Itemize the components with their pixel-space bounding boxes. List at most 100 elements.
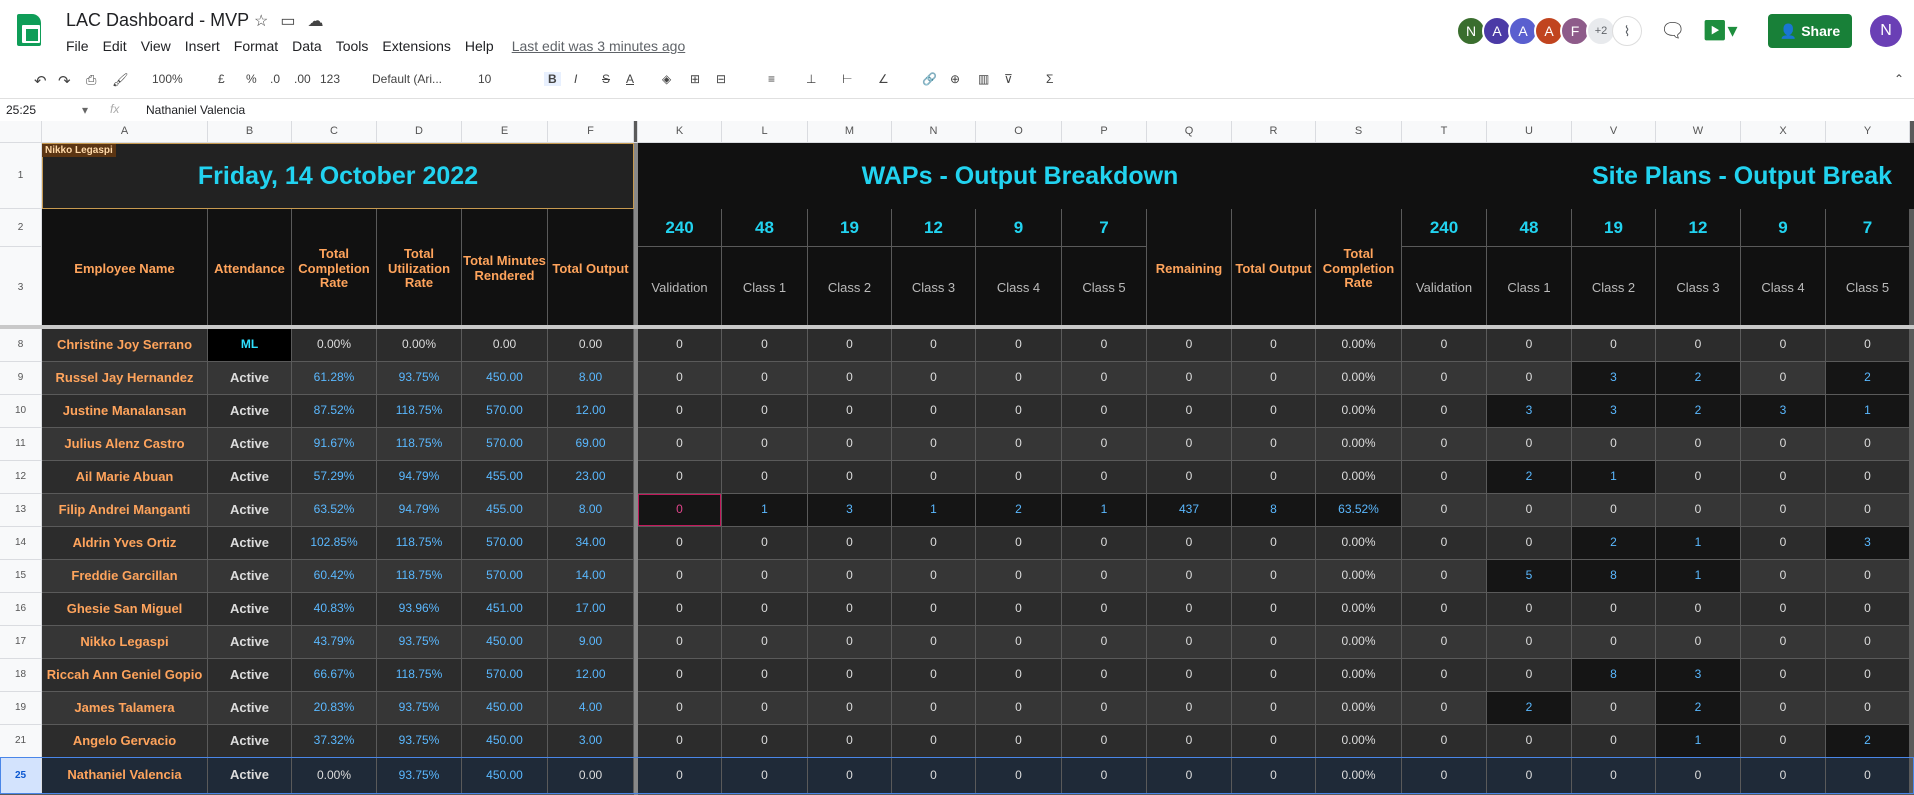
row-header-3[interactable]: 3 — [0, 247, 42, 329]
employee-name[interactable]: Ghesie San Miguel — [42, 593, 207, 625]
site-plan-cell[interactable]: 0 — [1487, 494, 1571, 526]
waps-cell[interactable]: 0 — [892, 626, 975, 658]
waps-cell[interactable]: 0 — [808, 560, 891, 592]
waps-cell[interactable]: 0.00% — [1316, 461, 1401, 493]
site-plan-cell[interactable]: 8 — [1572, 659, 1655, 691]
waps-cell[interactable]: 0 — [1232, 527, 1315, 559]
total-output-cell[interactable]: 12.00 — [548, 395, 633, 427]
menu-edit[interactable]: Edit — [103, 38, 127, 54]
comment-icon[interactable]: ⊕ — [950, 72, 960, 86]
increase-decimal-button[interactable]: .00 — [294, 72, 311, 86]
waps-cell[interactable]: 0 — [638, 725, 721, 757]
waps-cell[interactable]: 0 — [892, 395, 975, 427]
waps-cell[interactable]: 0 — [722, 692, 807, 724]
site-plan-cell[interactable]: 0 — [1741, 593, 1825, 625]
waps-cell[interactable]: 0.00% — [1316, 428, 1401, 460]
waps-cell[interactable]: 0 — [1062, 461, 1146, 493]
completion-rate-cell[interactable]: 91.67% — [292, 428, 376, 460]
completion-rate-cell[interactable]: 57.29% — [292, 461, 376, 493]
name-box-dropdown-icon[interactable]: ▾ — [82, 103, 88, 117]
row-header-1[interactable]: 1 — [0, 143, 42, 209]
redo-icon[interactable]: ↷ — [58, 72, 71, 90]
waps-cell[interactable]: 0 — [638, 626, 721, 658]
waps-cell[interactable]: 0.00% — [1316, 725, 1401, 757]
site-plan-cell[interactable]: 1 — [1656, 527, 1740, 559]
site-plan-cell[interactable]: 0 — [1572, 692, 1655, 724]
star-icon[interactable]: ☆ — [254, 13, 280, 30]
employee-name[interactable]: James Talamera — [42, 692, 207, 724]
site-plan-cell[interactable]: 2 — [1826, 362, 1909, 394]
text-color-icon[interactable]: A — [626, 72, 634, 86]
waps-cell[interactable]: 0 — [722, 626, 807, 658]
share-button[interactable]: 👤 Share — [1768, 14, 1852, 48]
minutes-rendered-cell[interactable]: 451.00 — [462, 593, 547, 625]
column-header-a[interactable]: A — [42, 121, 208, 143]
site-plan-cell[interactable]: 0 — [1826, 593, 1909, 625]
waps-cell[interactable]: 0.00% — [1316, 593, 1401, 625]
employee-name[interactable]: Nikko Legaspi — [42, 626, 207, 658]
menu-data[interactable]: Data — [292, 38, 322, 54]
site-plan-cell[interactable]: 0 — [1741, 659, 1825, 691]
menu-extensions[interactable]: Extensions — [382, 38, 450, 54]
column-header-u[interactable]: U — [1487, 121, 1572, 143]
completion-rate-cell[interactable]: 66.67% — [292, 659, 376, 691]
waps-cell[interactable]: 0.00% — [1316, 659, 1401, 691]
waps-cell[interactable]: 0 — [808, 593, 891, 625]
utilization-rate-cell[interactable]: 93.75% — [377, 725, 461, 757]
site-plan-cell[interactable]: 1 — [1572, 461, 1655, 493]
waps-cell[interactable]: 0 — [1147, 692, 1231, 724]
print-icon[interactable]: ⎙ — [86, 72, 96, 88]
bold-icon[interactable]: B — [544, 72, 561, 86]
waps-cell[interactable]: 0 — [976, 428, 1061, 460]
waps-cell[interactable]: 0 — [722, 461, 807, 493]
comments-icon[interactable]: 🗨 — [1660, 20, 1685, 42]
waps-cell[interactable]: 0 — [1232, 560, 1315, 592]
utilization-rate-cell[interactable]: 93.75% — [377, 626, 461, 658]
functions-icon[interactable]: Σ — [1046, 72, 1053, 86]
waps-cell[interactable]: 0 — [1062, 362, 1146, 394]
completion-rate-cell[interactable]: 102.85% — [292, 527, 376, 559]
attendance-cell[interactable]: Active — [208, 659, 291, 691]
site-plan-cell[interactable]: 0 — [1741, 428, 1825, 460]
filter-icon[interactable]: ⊽ — [1004, 72, 1013, 86]
site-plan-cell[interactable]: 0 — [1826, 428, 1909, 460]
attendance-cell[interactable]: Active — [208, 725, 291, 757]
align-icon[interactable]: ≡ — [768, 72, 775, 86]
menu-insert[interactable]: Insert — [185, 38, 220, 54]
menu-view[interactable]: View — [141, 38, 171, 54]
site-plan-cell[interactable]: 1 — [1656, 725, 1740, 757]
waps-cell[interactable]: 0 — [638, 560, 721, 592]
italic-icon[interactable]: I — [574, 72, 577, 86]
employee-name[interactable]: Christine Joy Serrano — [42, 329, 207, 361]
site-plan-cell[interactable]: 0 — [1402, 461, 1486, 493]
row-header-9[interactable]: 9 — [0, 362, 42, 395]
site-plan-cell[interactable]: 0 — [1572, 428, 1655, 460]
total-output-cell[interactable]: 69.00 — [548, 428, 633, 460]
waps-cell[interactable]: 0 — [892, 725, 975, 757]
utilization-rate-cell[interactable]: 94.79% — [377, 494, 461, 526]
waps-cell[interactable]: 0 — [722, 362, 807, 394]
select-all-corner[interactable] — [0, 121, 42, 143]
waps-cell[interactable]: 2 — [976, 494, 1061, 526]
site-plan-cell[interactable]: 2 — [1656, 692, 1740, 724]
completion-rate-cell[interactable]: 87.52% — [292, 395, 376, 427]
waps-cell[interactable]: 0 — [1232, 692, 1315, 724]
cloud-status-icon[interactable]: ☁ — [307, 13, 335, 30]
column-header-c[interactable]: C — [292, 121, 377, 143]
site-plan-cell[interactable]: 0 — [1741, 494, 1825, 526]
waps-cell[interactable]: 0 — [1232, 461, 1315, 493]
waps-cell[interactable]: 0.00% — [1316, 626, 1401, 658]
waps-cell[interactable]: 0 — [892, 527, 975, 559]
site-plan-cell[interactable]: 0 — [1402, 593, 1486, 625]
column-header-l[interactable]: L — [722, 121, 808, 143]
completion-rate-cell[interactable]: 0.00% — [292, 329, 376, 361]
waps-cell[interactable]: 0 — [808, 725, 891, 757]
minutes-rendered-cell[interactable]: 450.00 — [462, 725, 547, 757]
row-header-2[interactable]: 2 — [0, 209, 42, 247]
minutes-rendered-cell[interactable]: 455.00 — [462, 494, 547, 526]
menu-format[interactable]: Format — [234, 38, 278, 54]
total-output-cell[interactable]: 14.00 — [548, 560, 633, 592]
waps-cell[interactable]: 0 — [1147, 725, 1231, 757]
account-avatar[interactable]: N — [1870, 15, 1902, 47]
waps-cell[interactable]: 0 — [1062, 725, 1146, 757]
